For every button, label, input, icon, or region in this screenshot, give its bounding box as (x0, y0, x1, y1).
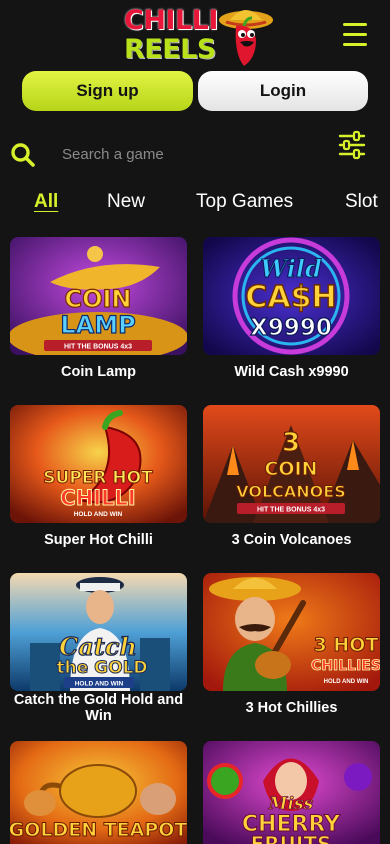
svg-text:3: 3 (282, 428, 300, 458)
svg-text:CA$H: CA$H (245, 280, 336, 315)
game-card-coin-lamp[interactable]: COIN LAMP HIT THE BONUS 4x3 Coin Lamp (10, 237, 187, 380)
svg-text:Catch: Catch (59, 632, 137, 661)
svg-text:COIN: COIN (264, 458, 317, 480)
sign-up-button[interactable]: Sign up (22, 71, 193, 111)
logo-line-2: REELS (124, 34, 216, 65)
svg-text:HOLD AND WIN: HOLD AND WIN (75, 681, 124, 688)
svg-text:3 HOT: 3 HOT (314, 634, 379, 656)
game-card-3-coin-volcanoes[interactable]: 3 COIN VOLCANOES HIT THE BONUS 4x3 3 Coi… (203, 405, 380, 548)
game-card-super-hot-chilli[interactable]: SUPER HOT CHILLI HOLD AND WIN Super Hot … (10, 405, 187, 548)
game-title[interactable]: Super Hot Chilli (10, 532, 187, 548)
chilli-mascot-icon (219, 10, 273, 66)
svg-text:LAMP: LAMP (60, 311, 135, 339)
tab-slot[interactable]: Slot (345, 191, 378, 213)
header: CHILLI REELS (0, 0, 390, 66)
svg-text:the GOLD: the GOLD (56, 658, 147, 678)
game-title[interactable]: Wild Cash x9990 (203, 364, 380, 380)
login-button[interactable]: Login (198, 71, 368, 111)
game-card-catch-the-gold[interactable]: Catch the GOLD HOLD AND WIN Catch the Go… (10, 573, 187, 724)
game-thumbnail[interactable]: GOLDEN TEAPOT (10, 741, 187, 844)
game-thumbnail[interactable]: Wild CA$H X9990 (203, 237, 380, 355)
search-bar (0, 130, 390, 178)
game-thumbnail[interactable]: SUPER HOT CHILLI HOLD AND WIN (10, 405, 187, 523)
game-title[interactable]: 3 Coin Volcanoes (203, 532, 380, 548)
search-icon[interactable] (10, 142, 36, 168)
svg-text:HIT THE BONUS 4x3: HIT THE BONUS 4x3 (64, 344, 132, 351)
svg-text:HOLD AND WIN: HOLD AND WIN (324, 679, 369, 685)
filter-sliders-icon[interactable] (337, 130, 367, 160)
tab-new[interactable]: New (107, 191, 145, 213)
chilli-reels-logo[interactable]: CHILLI REELS (124, 4, 274, 66)
game-title[interactable]: 3 Hot Chillies (203, 700, 380, 716)
game-card-miss-cherry-fruits[interactable]: Miss CHERRY FRUITS (203, 741, 380, 844)
game-card-wild-cash[interactable]: Wild CA$H X9990 Wild Cash x9990 (203, 237, 380, 380)
svg-text:VOLCANOES: VOLCANOES (236, 482, 345, 501)
game-card-3-hot-chillies[interactable]: 3 HOT CHILLIES HOLD AND WIN 3 Hot Chilli… (203, 573, 380, 716)
svg-text:X9990: X9990 (250, 315, 332, 341)
game-thumbnail[interactable]: 3 HOT CHILLIES HOLD AND WIN (203, 573, 380, 691)
search-input[interactable] (52, 140, 302, 168)
svg-text:Wild: Wild (260, 254, 322, 283)
tab-all[interactable]: All (34, 191, 58, 213)
game-card-golden-teapot[interactable]: GOLDEN TEAPOT (10, 741, 187, 844)
svg-text:SUPER HOT: SUPER HOT (43, 468, 153, 488)
game-title[interactable]: Coin Lamp (10, 364, 187, 380)
tab-top-games[interactable]: Top Games (196, 191, 293, 213)
game-thumbnail[interactable]: 3 COIN VOLCANOES HIT THE BONUS 4x3 (203, 405, 380, 523)
svg-text:CHILLI: CHILLI (60, 486, 135, 510)
logo-line-1: CHILLI (124, 5, 218, 36)
game-thumbnail[interactable]: Miss CHERRY FRUITS (203, 741, 380, 844)
svg-text:Miss: Miss (268, 794, 314, 814)
category-tabs: All New Top Games Slot (0, 186, 390, 218)
svg-text:HIT THE BONUS 4x3: HIT THE BONUS 4x3 (257, 507, 325, 514)
svg-text:FRUITS: FRUITS (251, 832, 332, 844)
game-thumbnail[interactable]: COIN LAMP HIT THE BONUS 4x3 (10, 237, 187, 355)
svg-text:CHILLIES: CHILLIES (311, 658, 380, 674)
game-title[interactable]: Catch the Gold Hold and Win (10, 692, 187, 724)
coin-lamp-art-title: COIN (64, 285, 131, 313)
hamburger-menu-icon[interactable] (341, 20, 371, 50)
game-thumbnail[interactable]: Catch the GOLD HOLD AND WIN (10, 573, 187, 691)
svg-text:HOLD AND WIN: HOLD AND WIN (74, 511, 123, 518)
svg-text:GOLDEN TEAPOT: GOLDEN TEAPOT (10, 819, 187, 841)
